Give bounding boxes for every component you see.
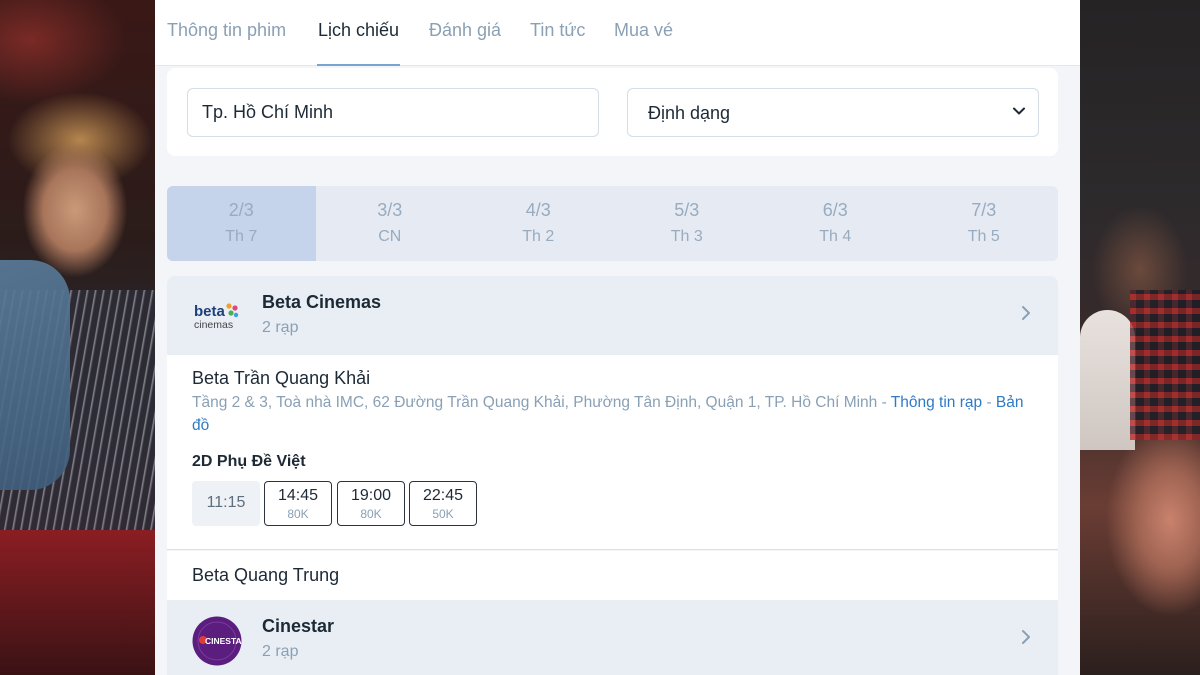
- cinema-details: Beta Trần Quang Khải Tầng 2 & 3, Toà nhà…: [167, 355, 1058, 550]
- active-tab-indicator: [317, 64, 400, 66]
- cinestar-logo: CINESTAR: [192, 616, 242, 666]
- showtime-price: 80K: [360, 507, 382, 521]
- showtime-time: 11:15: [206, 494, 246, 511]
- address-text: Tầng 2 & 3, Toà nhà IMC, 62 Đường Trần Q…: [192, 394, 878, 411]
- chevron-right-icon: [1022, 306, 1030, 320]
- cinema-name: Beta Quang Trung: [192, 565, 340, 585]
- tab-news[interactable]: Tin tức: [530, 20, 585, 41]
- beta-cinemas-logo: beta cinemas: [194, 303, 239, 331]
- cinema-address: Tầng 2 & 3, Toà nhà IMC, 62 Đường Trần Q…: [192, 391, 1037, 437]
- cinema-name: Beta Trần Quang Khải: [192, 368, 371, 388]
- date-item[interactable]: 5/3 Th 3: [613, 186, 762, 261]
- chain-row-beta-cinemas[interactable]: beta cinemas Beta Cinemas 2 rạp: [167, 276, 1058, 355]
- date-item[interactable]: 3/3 CN: [316, 186, 465, 261]
- weekday-label: Th 4: [819, 228, 852, 245]
- weekday-label: Th 3: [670, 228, 703, 245]
- weekday-label: Th 5: [967, 228, 1000, 245]
- showtime-slot[interactable]: 19:00 80K: [337, 481, 405, 526]
- format-select-label: Định dạng: [648, 103, 731, 123]
- date-item[interactable]: 7/3 Th 5: [910, 186, 1059, 261]
- separator: -: [877, 394, 891, 411]
- movie-tabs: Thông tin phim Lịch chiếu Đánh giá Tin t…: [155, 0, 1080, 66]
- format-select[interactable]: Định dạng: [627, 88, 1039, 137]
- filter-card: Định dạng: [167, 68, 1058, 156]
- background-person: [1080, 310, 1135, 450]
- showtime-price: 50K: [432, 507, 454, 521]
- date-label: 4/3: [525, 200, 551, 220]
- chevron-right-icon: [1022, 630, 1030, 644]
- date-item[interactable]: 4/3 Th 2: [464, 186, 613, 261]
- separator: -: [982, 394, 996, 411]
- showtime-slot[interactable]: 22:45 50K: [409, 481, 477, 526]
- cinema-row-beta-quang-trung[interactable]: Beta Quang Trung: [167, 551, 1058, 600]
- tab-showtimes[interactable]: Lịch chiếu: [318, 20, 399, 41]
- tab-buy-tickets[interactable]: Mua vé: [614, 20, 673, 41]
- showtime-time: 14:45: [277, 487, 319, 504]
- chain-name: Cinestar: [262, 616, 335, 636]
- showtime-slot-past: 11:15: [192, 481, 260, 526]
- background-seat: [0, 530, 155, 675]
- chevron-down-icon: [1013, 107, 1025, 115]
- showtime-slot[interactable]: 14:45 80K: [264, 481, 332, 526]
- weekday-label: CN: [378, 228, 402, 245]
- background-photo-right: [1080, 0, 1200, 675]
- date-label: 7/3: [971, 200, 997, 220]
- showtime-time: 19:00: [350, 487, 392, 504]
- tab-reviews[interactable]: Đánh giá: [429, 20, 501, 41]
- cinema-info-link[interactable]: Thông tin rạp: [891, 394, 982, 411]
- chain-count: 2 rạp: [262, 319, 299, 336]
- logo-text-cinemas: cinemas: [194, 319, 233, 331]
- logo-text-cinestar: CINESTAR: [205, 636, 242, 646]
- date-label: 5/3: [674, 200, 700, 220]
- date-item[interactable]: 2/3 Th 7: [167, 186, 316, 261]
- date-selector: 2/3 Th 7 3/3 CN 4/3 Th 2 5/3 Th 3 6/3 Th…: [167, 186, 1058, 261]
- date-item[interactable]: 6/3 Th 4: [761, 186, 910, 261]
- chain-count: 2 rạp: [262, 643, 299, 660]
- background-photo-left: [0, 0, 155, 675]
- chain-name: Beta Cinemas: [262, 292, 382, 312]
- movie-showtimes-panel: Thông tin phim Lịch chiếu Đánh giá Tin t…: [155, 0, 1080, 675]
- date-label: 6/3: [822, 200, 848, 220]
- chain-row-cinestar[interactable]: CINESTAR Cinestar 2 rạp: [167, 600, 1058, 675]
- date-label: 3/3: [377, 200, 403, 220]
- showtime-time: 22:45: [422, 487, 464, 504]
- logo-text-beta: beta: [194, 303, 226, 320]
- showtime-price: 80K: [287, 507, 309, 521]
- background-scarf: [0, 260, 70, 490]
- weekday-label: Th 7: [225, 228, 258, 245]
- city-input[interactable]: [187, 88, 599, 137]
- tab-movie-info[interactable]: Thông tin phim: [167, 20, 286, 41]
- screening-format-label: 2D Phụ Đề Việt: [192, 453, 306, 470]
- date-label: 2/3: [228, 200, 254, 220]
- weekday-label: Th 2: [522, 228, 555, 245]
- background-plaid-shirt: [1130, 290, 1200, 440]
